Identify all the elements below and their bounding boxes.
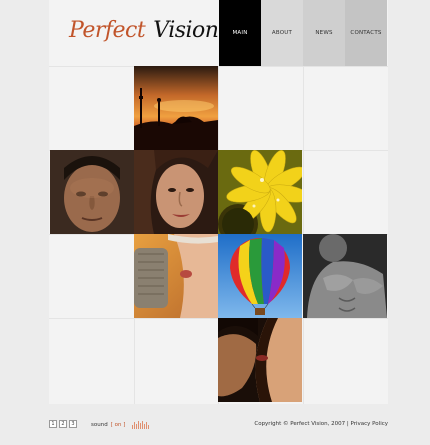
nav-about[interactable]: ABOUT xyxy=(261,0,303,66)
nav-news[interactable]: NEWS xyxy=(303,0,345,66)
sound-control: sound [ on ] xyxy=(91,421,150,429)
woman-portrait-photo[interactable] xyxy=(134,150,218,234)
sound-label: sound xyxy=(91,422,108,428)
muscular-torso-photo[interactable] xyxy=(303,234,387,318)
sunset-silhouette-photo[interactable] xyxy=(134,66,218,150)
sound-toggle[interactable]: [ on ] xyxy=(111,422,126,428)
equalizer-icon[interactable] xyxy=(132,421,150,429)
site-logo[interactable]: Perfect Vision xyxy=(69,18,219,50)
main-nav: MAIN ABOUT NEWS CONTACTS xyxy=(219,0,387,66)
footer-separator: | xyxy=(346,421,349,427)
nav-contacts[interactable]: CONTACTS xyxy=(345,0,387,66)
page-frame: Perfect Vision MAIN ABOUT NEWS CONTACTS xyxy=(49,0,388,404)
man-portrait-photo[interactable] xyxy=(50,150,134,234)
grid-line xyxy=(49,66,388,67)
hot-air-balloon-photo[interactable] xyxy=(218,234,302,318)
privacy-policy-link[interactable]: Privacy Policy xyxy=(351,421,388,427)
logo-word-vision: Vision xyxy=(153,18,219,43)
woman-microphone-photo[interactable] xyxy=(134,234,218,318)
page-switcher: 1 2 3 xyxy=(49,420,77,428)
logo-word-perfect: Perfect xyxy=(69,18,146,43)
yellow-flower-photo[interactable] xyxy=(218,150,302,234)
copyright-text: Copyright © Perfect Vision, 2007 xyxy=(254,421,346,427)
site-footer: 1 2 3 sound [ on ] Copyright © Perfect V… xyxy=(49,420,388,432)
page-button-1[interactable]: 1 xyxy=(49,420,57,428)
couple-kiss-photo[interactable] xyxy=(218,318,302,402)
page-button-2[interactable]: 2 xyxy=(59,420,67,428)
nav-main[interactable]: MAIN xyxy=(219,0,261,66)
page-button-3[interactable]: 3 xyxy=(69,420,77,428)
copyright-block: Copyright © Perfect Vision, 2007 | Priva… xyxy=(254,421,388,427)
